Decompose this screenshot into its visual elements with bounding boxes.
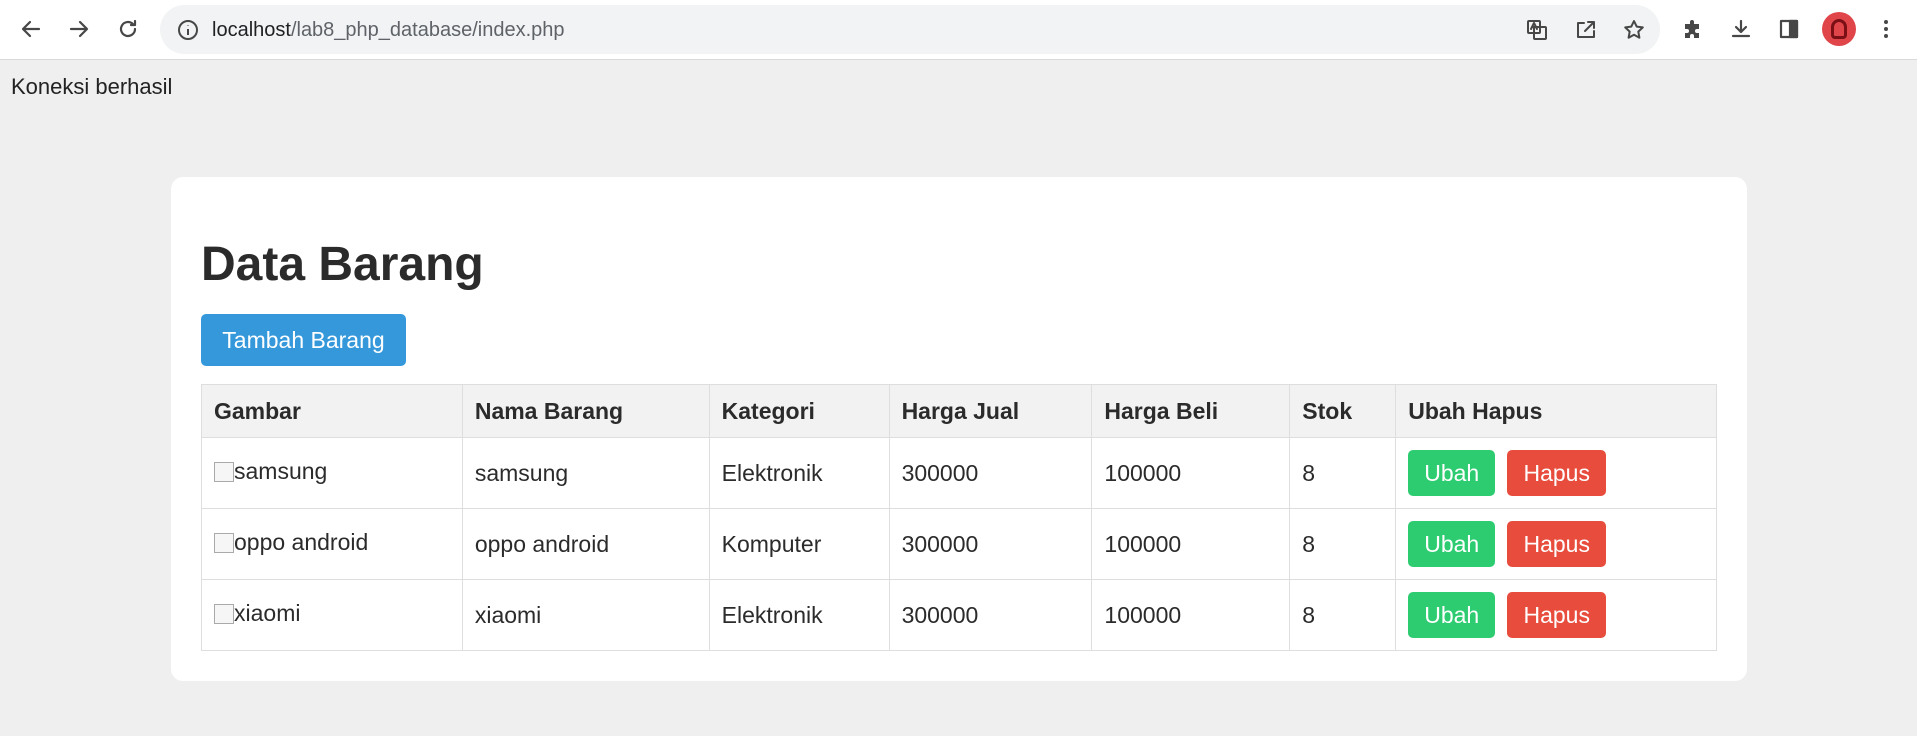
broken-image-icon	[214, 461, 234, 482]
image-alt-text: oppo android	[234, 529, 369, 556]
column-header-category: Kategori	[708, 384, 890, 438]
buy-price-cell: 100000	[1091, 579, 1291, 651]
actions-cell: Ubah Hapus	[1395, 437, 1717, 509]
broken-image: xiaomi	[214, 600, 300, 627]
table-row: samsung samsung Elektronik 300000 100000…	[201, 437, 1717, 509]
url-text[interactable]: localhost/lab8_php_database/index.php	[212, 19, 565, 42]
back-icon[interactable]	[13, 11, 49, 47]
delete-button[interactable]: Hapus	[1507, 521, 1607, 567]
broken-image: oppo android	[214, 529, 368, 556]
name-cell: samsung	[461, 437, 710, 509]
connection-status-text: Koneksi berhasil	[11, 74, 173, 99]
column-header-sell-price: Harga Jual	[888, 384, 1093, 438]
image-cell: samsung	[201, 437, 463, 509]
buy-price-cell: 100000	[1091, 437, 1291, 509]
sell-price-cell: 300000	[888, 508, 1093, 580]
edit-button[interactable]: Ubah	[1408, 521, 1496, 567]
page-title: Data Barang	[201, 238, 484, 291]
image-alt-text: xiaomi	[234, 600, 301, 627]
broken-image-icon	[214, 603, 234, 624]
add-item-button[interactable]: Tambah Barang	[201, 314, 406, 366]
buy-price-cell: 100000	[1091, 508, 1291, 580]
edit-button[interactable]: Ubah	[1408, 450, 1496, 496]
table-header-row: Gambar Nama Barang Kategori Harga Jual H…	[201, 384, 1717, 438]
sidepanel-icon[interactable]	[1771, 11, 1807, 47]
menu-icon[interactable]	[1868, 11, 1904, 47]
profile-avatar[interactable]	[1822, 12, 1856, 46]
column-header-actions: Ubah Hapus	[1395, 384, 1717, 438]
sell-price-cell: 300000	[888, 437, 1093, 509]
stock-cell: 8	[1289, 579, 1397, 651]
share-icon[interactable]	[1571, 15, 1601, 45]
address-bar[interactable]: localhost/lab8_php_database/index.php	[160, 5, 1660, 54]
column-header-name: Nama Barang	[461, 384, 710, 438]
category-cell: Komputer	[708, 508, 890, 580]
forward-icon[interactable]	[61, 11, 97, 47]
site-info-icon[interactable]	[176, 18, 200, 42]
image-cell: xiaomi	[201, 579, 463, 651]
items-table: Gambar Nama Barang Kategori Harga Jual H…	[201, 384, 1717, 651]
actions-cell: Ubah Hapus	[1395, 579, 1717, 651]
reload-icon[interactable]	[110, 11, 146, 47]
browser-toolbar: localhost/lab8_php_database/index.php	[0, 0, 1917, 60]
edit-button[interactable]: Ubah	[1408, 592, 1496, 638]
stock-cell: 8	[1289, 437, 1397, 509]
image-cell: oppo android	[201, 508, 463, 580]
stock-cell: 8	[1289, 508, 1397, 580]
broken-image-icon	[214, 532, 234, 553]
name-cell: xiaomi	[461, 579, 710, 651]
column-header-stock: Stok	[1289, 384, 1397, 438]
category-cell: Elektronik	[708, 437, 890, 509]
sell-price-cell: 300000	[888, 579, 1093, 651]
column-header-image: Gambar	[201, 384, 463, 438]
download-icon[interactable]	[1723, 11, 1759, 47]
column-header-buy-price: Harga Beli	[1091, 384, 1291, 438]
extensions-icon[interactable]	[1675, 11, 1711, 47]
translate-icon[interactable]	[1522, 15, 1552, 45]
url-host: localhost	[212, 19, 291, 41]
content-card: Data Barang Tambah Barang Gambar Nama Ba…	[171, 177, 1747, 681]
delete-button[interactable]: Hapus	[1507, 450, 1607, 496]
star-icon[interactable]	[1619, 15, 1649, 45]
actions-cell: Ubah Hapus	[1395, 508, 1717, 580]
table-row: xiaomi xiaomi Elektronik 300000 100000 8…	[201, 579, 1717, 651]
url-path: /lab8_php_database/index.php	[290, 19, 565, 41]
category-cell: Elektronik	[708, 579, 890, 651]
name-cell: oppo android	[461, 508, 710, 580]
table-row: oppo android oppo android Komputer 30000…	[201, 508, 1717, 580]
broken-image: samsung	[214, 458, 327, 485]
delete-button[interactable]: Hapus	[1507, 592, 1607, 638]
image-alt-text: samsung	[234, 458, 328, 485]
